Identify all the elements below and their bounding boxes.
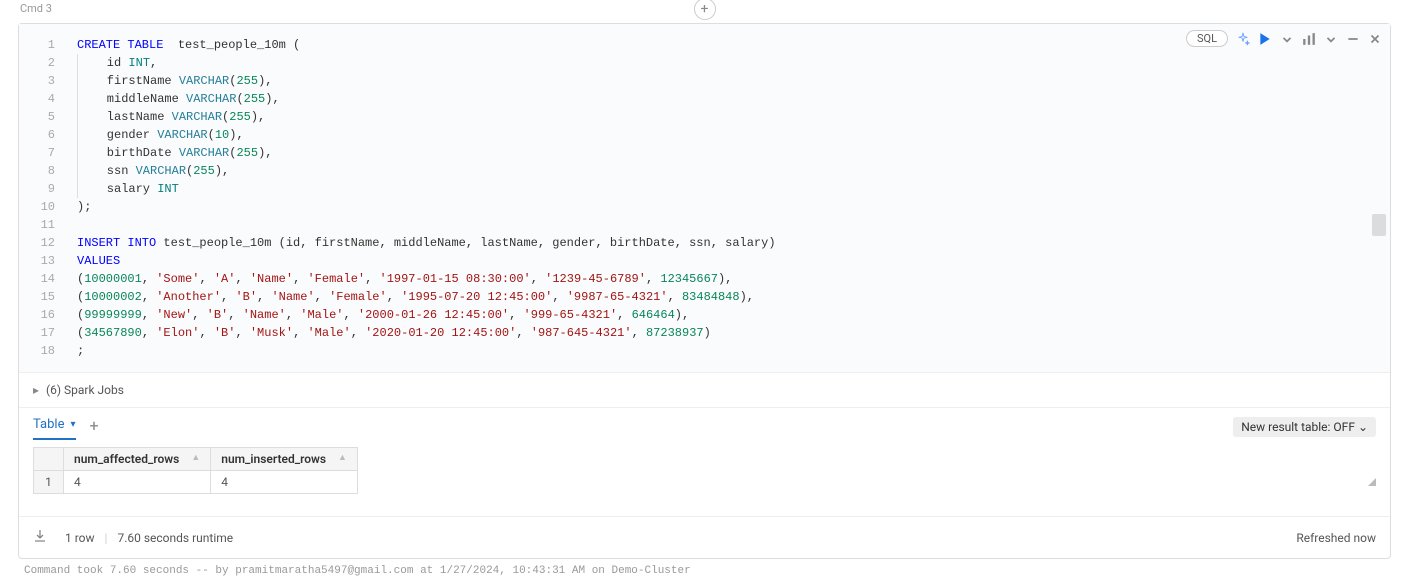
code-line: 1CREATE TABLE test_people_10m ( xyxy=(19,36,1390,54)
code-line: 12INSERT INTO test_people_10m (id, first… xyxy=(19,234,1390,252)
code-content: lastName VARCHAR(255), xyxy=(69,108,265,126)
row-index-header xyxy=(34,448,64,471)
line-number: 4 xyxy=(19,90,69,108)
code-line: 16(99999999, 'New', 'B', 'Name', 'Male',… xyxy=(19,306,1390,324)
column-header[interactable]: num_affected_rows▲ xyxy=(64,448,211,471)
code-editor[interactable]: 1CREATE TABLE test_people_10m (2 id INT,… xyxy=(19,24,1390,372)
results-footer: 1 row | 7.60 seconds runtime Refreshed n… xyxy=(19,516,1390,558)
code-content: (99999999, 'New', 'B', 'Name', 'Male', '… xyxy=(69,306,689,324)
line-number: 7 xyxy=(19,144,69,162)
cell-toolbar: SQL xyxy=(1186,30,1382,47)
code-content: id INT, xyxy=(69,54,157,72)
refreshed-status: Refreshed now xyxy=(1296,531,1376,545)
resize-handle-icon[interactable] xyxy=(1368,478,1376,486)
line-number: 16 xyxy=(19,306,69,324)
line-number: 18 xyxy=(19,342,69,360)
code-content: birthDate VARCHAR(255), xyxy=(69,144,272,162)
minimize-icon[interactable] xyxy=(1346,32,1360,46)
code-content xyxy=(69,216,77,234)
tab-table[interactable]: Table ▾ xyxy=(33,417,76,440)
line-number: 17 xyxy=(19,324,69,342)
results-panel: Table ▾ + New result table: OFF ⌄ num_af… xyxy=(19,407,1390,558)
code-content: gender VARCHAR(10), xyxy=(69,126,244,144)
spark-jobs-label: (6) Spark Jobs xyxy=(46,383,124,397)
code-line: 11 xyxy=(19,216,1390,234)
runtime-text: 7.60 seconds runtime xyxy=(117,531,233,545)
line-number: 12 xyxy=(19,234,69,252)
code-line: 18; xyxy=(19,342,1390,360)
chevron-down-icon[interactable] xyxy=(1280,32,1294,46)
code-line: 3 firstName VARCHAR(255), xyxy=(19,72,1390,90)
line-number: 8 xyxy=(19,162,69,180)
line-number: 14 xyxy=(19,270,69,288)
chevron-down-icon[interactable] xyxy=(1324,32,1338,46)
line-number: 6 xyxy=(19,126,69,144)
spark-jobs-row[interactable]: ▸ (6) Spark Jobs xyxy=(19,372,1390,407)
code-content: CREATE TABLE test_people_10m ( xyxy=(69,36,300,54)
code-line: 10); xyxy=(19,198,1390,216)
assistant-icon[interactable] xyxy=(1236,32,1250,46)
code-content: ssn VARCHAR(255), xyxy=(69,162,229,180)
code-content: (10000001, 'Some', 'A', 'Name', 'Female'… xyxy=(69,270,732,288)
notebook-cell: SQL 1CREATE TABLE xyxy=(18,23,1391,559)
code-content: (10000002, 'Another', 'B', 'Name', 'Fema… xyxy=(69,288,754,306)
sort-icon[interactable]: ▲ xyxy=(338,452,347,463)
code-content: VALUES xyxy=(69,252,120,270)
chevron-down-icon: ⌄ xyxy=(1358,420,1368,434)
code-content: firstName VARCHAR(255), xyxy=(69,72,272,90)
chevron-down-icon[interactable]: ▾ xyxy=(70,419,75,430)
line-number: 11 xyxy=(19,216,69,234)
code-line: 9 salary INT xyxy=(19,180,1390,198)
command-status-line: Command took 7.60 seconds -- by pramitma… xyxy=(0,559,1409,587)
code-content: ; xyxy=(69,342,84,360)
line-number: 15 xyxy=(19,288,69,306)
download-icon[interactable] xyxy=(33,529,47,546)
line-number: 2 xyxy=(19,54,69,72)
separator: | xyxy=(105,531,108,545)
line-number: 5 xyxy=(19,108,69,126)
code-content: (34567890, 'Elon', 'B', 'Musk', 'Male', … xyxy=(69,324,711,342)
code-content: INSERT INTO test_people_10m (id, firstNa… xyxy=(69,234,776,252)
table-row: 144 xyxy=(34,471,358,494)
code-line: 2 id INT, xyxy=(19,54,1390,72)
code-content: salary INT xyxy=(69,180,179,198)
row-index: 1 xyxy=(34,471,64,494)
code-line: 5 lastName VARCHAR(255), xyxy=(19,108,1390,126)
code-line: 6 gender VARCHAR(10), xyxy=(19,126,1390,144)
result-table: num_affected_rows▲num_inserted_rows▲ 144 xyxy=(33,447,358,494)
code-line: 13VALUES xyxy=(19,252,1390,270)
line-number: 10 xyxy=(19,198,69,216)
line-number: 9 xyxy=(19,180,69,198)
row-count: 1 row xyxy=(65,531,95,545)
code-line: 17(34567890, 'Elon', 'B', 'Musk', 'Male'… xyxy=(19,324,1390,342)
code-content: middleName VARCHAR(255), xyxy=(69,90,280,108)
line-number: 3 xyxy=(19,72,69,90)
table-cell: 4 xyxy=(211,471,358,494)
code-content: ); xyxy=(69,198,91,216)
line-number: 1 xyxy=(19,36,69,54)
add-cell-above-button[interactable]: + xyxy=(694,0,716,20)
close-icon[interactable] xyxy=(1368,32,1382,46)
result-table-wrap: num_affected_rows▲num_inserted_rows▲ 144 xyxy=(19,441,1390,494)
minimap-scrollbar[interactable] xyxy=(1372,214,1386,236)
sort-icon[interactable]: ▲ xyxy=(191,452,200,463)
code-line: 4 middleName VARCHAR(255), xyxy=(19,90,1390,108)
code-line: 7 birthDate VARCHAR(255), xyxy=(19,144,1390,162)
chart-icon[interactable] xyxy=(1302,32,1316,46)
line-number: 13 xyxy=(19,252,69,270)
language-badge[interactable]: SQL xyxy=(1186,30,1228,47)
caret-right-icon[interactable]: ▸ xyxy=(33,383,39,397)
tab-label: Table xyxy=(33,417,64,432)
column-header[interactable]: num_inserted_rows▲ xyxy=(211,448,358,471)
add-tab-button[interactable]: + xyxy=(90,416,99,441)
code-line: 15(10000002, 'Another', 'B', 'Name', 'Fe… xyxy=(19,288,1390,306)
run-cell-button[interactable] xyxy=(1258,32,1272,46)
table-cell: 4 xyxy=(64,471,211,494)
code-line: 14(10000001, 'Some', 'A', 'Name', 'Femal… xyxy=(19,270,1390,288)
result-table-toggle[interactable]: New result table: OFF ⌄ xyxy=(1233,417,1376,437)
code-line: 8 ssn VARCHAR(255), xyxy=(19,162,1390,180)
